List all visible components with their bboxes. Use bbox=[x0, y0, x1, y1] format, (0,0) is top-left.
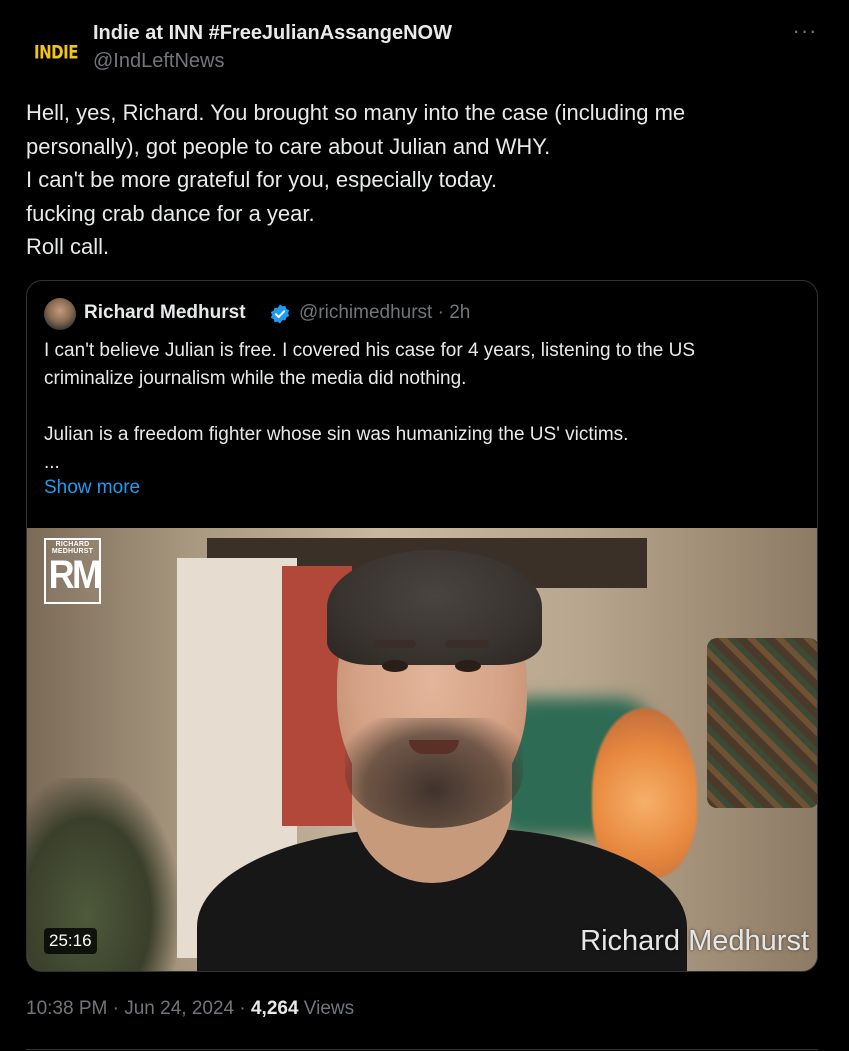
tweet: INDIE Indie at INN #FreeJulianAssangeNOW… bbox=[0, 0, 849, 1051]
tweet-meta: 10:38 PM · Jun 24, 2024 · 4,264 Views bbox=[26, 998, 354, 1020]
video-player[interactable]: RICHARD MEDHURST RM 25:16 Richard Medhur… bbox=[27, 528, 817, 971]
video-frame-person-eye bbox=[382, 660, 408, 672]
quoted-author-handle[interactable]: @richimedhurst · 2h bbox=[299, 302, 470, 324]
author-avatar-logo: INDIE bbox=[34, 40, 78, 64]
views-count: 4,264 bbox=[250, 998, 299, 1019]
tweet-text: Hell, yes, Richard. You brought so many … bbox=[26, 96, 816, 264]
quoted-tweet-text: I can't believe Julian is free. I covere… bbox=[44, 337, 804, 477]
video-frame-person-brow bbox=[445, 640, 489, 648]
quoted-text-line: Julian is a freedom fighter whose sin wa… bbox=[44, 424, 629, 445]
video-frame-person-hair bbox=[327, 550, 542, 665]
quoted-author-name[interactable]: Richard Medhurst bbox=[84, 302, 246, 324]
tweet-text-line: Roll call. bbox=[26, 234, 110, 259]
tweet-timestamp[interactable]: 10:38 PM · Jun 24, 2024 · bbox=[26, 998, 251, 1019]
quoted-text-line: ... bbox=[44, 452, 60, 473]
video-frame-person-beard bbox=[345, 718, 523, 828]
channel-logo: RICHARD MEDHURST RM bbox=[44, 538, 102, 604]
video-frame-person-brow bbox=[372, 640, 416, 648]
quoted-tweet-card[interactable]: Richard Medhurst @richimedhurst · 2h I c… bbox=[26, 280, 818, 972]
quoted-text-line: I can't believe Julian is free. I covere… bbox=[44, 340, 696, 361]
tweet-text-line: fucking crab dance for a year. bbox=[26, 200, 315, 226]
tweet-text-line: Hell, yes, Richard. You brought so many … bbox=[26, 100, 686, 125]
divider bbox=[26, 1049, 818, 1050]
views-label: Views bbox=[298, 998, 355, 1019]
quoted-text-line: criminalize journalism while the media d… bbox=[44, 368, 467, 389]
verified-badge-icon bbox=[270, 304, 290, 324]
channel-logo-initials: RM bbox=[48, 553, 102, 597]
video-frame-person-mouth bbox=[409, 740, 459, 754]
author-name[interactable]: Indie at INN #FreeJulianAssangeNOW bbox=[93, 22, 452, 45]
show-more-link[interactable]: Show more bbox=[44, 477, 140, 499]
more-options-icon[interactable]: ··· bbox=[790, 20, 820, 50]
video-frame-bag bbox=[707, 638, 817, 808]
tweet-text-line: I can't be more grateful for you, especi… bbox=[26, 167, 497, 192]
quoted-author-avatar[interactable] bbox=[44, 298, 76, 330]
author-handle[interactable]: @IndLeftNews bbox=[93, 50, 224, 73]
video-frame-person-eye bbox=[455, 660, 481, 672]
video-caption: Richard Medhurst bbox=[580, 925, 809, 957]
video-duration-badge: 25:16 bbox=[44, 928, 97, 954]
quoted-text-line bbox=[44, 393, 804, 421]
author-avatar[interactable]: INDIE bbox=[26, 22, 86, 82]
tweet-text-line: personally), got people to care about Ju… bbox=[26, 133, 551, 159]
